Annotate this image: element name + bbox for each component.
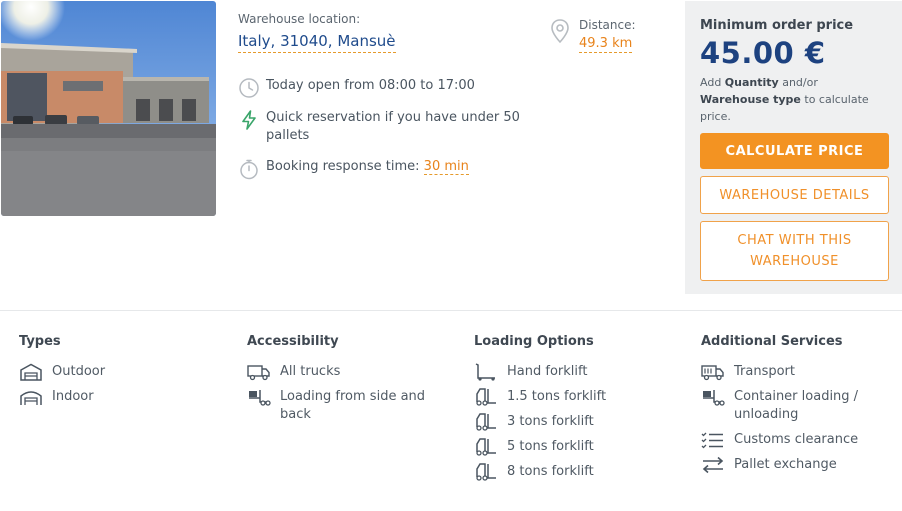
hint-type: Warehouse type: [700, 93, 801, 106]
distance-block: Distance: 49.3 km: [549, 18, 636, 53]
hint-quantity: Quantity: [724, 76, 779, 89]
quick-reservation-text: Quick reservation if you have under 50 p…: [266, 110, 520, 143]
location-link[interactable]: Italy, 31040, Mansuè: [238, 32, 396, 53]
forklift-icon: [476, 438, 496, 456]
list-item: 1.5 tons forklift: [474, 388, 674, 406]
quick-reservation: Quick reservation if you have under 50 p…: [238, 109, 538, 145]
list-item: Hand forklift: [474, 363, 674, 381]
list-item: Customs clearance: [701, 431, 891, 449]
loading-label: 5 tons forklift: [507, 439, 594, 454]
list-item: 8 tons forklift: [474, 463, 674, 481]
accessibility-label: All trucks: [280, 364, 341, 379]
opening-hours: Today open from 08:00 to 17:00: [238, 77, 475, 99]
section-divider: [0, 310, 902, 311]
additional-services-section: Additional Services Transport Container …: [701, 334, 891, 481]
checklist-icon: [701, 432, 723, 449]
list-item: Outdoor: [19, 363, 219, 381]
price-panel: Minimum order price 45.00 € Add Quantity…: [685, 1, 902, 294]
calculate-price-button[interactable]: CALCULATE PRICE: [700, 133, 889, 169]
list-item: Container loading / unloading: [701, 388, 891, 424]
exchange-arrows-icon: [702, 456, 724, 474]
price-value: 45.00 €: [700, 36, 826, 70]
warehouse-card: Warehouse location: Italy, 31040, Mansuè…: [0, 0, 902, 511]
distance-value[interactable]: 49.3 km: [579, 36, 633, 53]
list-item: Loading from side and back: [247, 388, 447, 424]
booking-response: Booking response time: 30 min: [238, 158, 469, 180]
forklift-icon: [476, 388, 496, 406]
price-hint: Add Quantity and/or Warehouse type to ca…: [700, 74, 888, 125]
loading-options-title: Loading Options: [474, 334, 594, 349]
loading-options-section: Loading Options Hand forklift 1.5 tons f…: [474, 334, 674, 488]
chat-warehouse-button[interactable]: CHAT WITH THIS WAREHOUSE: [700, 221, 889, 281]
stopwatch-icon: [240, 159, 258, 180]
warehouse-photo[interactable]: [1, 1, 216, 216]
types-section: Types Outdoor Indoor: [19, 334, 219, 413]
location-label: Warehouse location:: [238, 12, 361, 26]
loading-label: 8 tons forklift: [507, 464, 594, 479]
accessibility-section: Accessibility All trucks Loading from si…: [247, 334, 447, 431]
forklift-icon: [476, 413, 496, 431]
clock-icon: [239, 78, 259, 98]
booking-response-label: Booking response time:: [266, 159, 420, 174]
list-item: Transport: [701, 363, 891, 381]
map-pin-icon: [551, 19, 569, 44]
lightning-icon: [242, 110, 256, 130]
warehouse-details-button[interactable]: WAREHOUSE DETAILS: [700, 176, 889, 214]
additional-services-title: Additional Services: [701, 334, 843, 349]
list-item: Pallet exchange: [701, 456, 891, 474]
distance-label: Distance:: [579, 18, 636, 32]
hint-mid: and/or: [782, 76, 818, 89]
indoor-warehouse-icon: [20, 391, 42, 405]
list-item: Indoor: [19, 388, 219, 406]
type-label: Outdoor: [52, 364, 106, 379]
service-label: Customs clearance: [734, 432, 859, 447]
loading-forklift-icon: [703, 390, 725, 406]
types-title: Types: [19, 334, 61, 349]
truck-icon: [701, 365, 724, 381]
service-label: Pallet exchange: [734, 457, 837, 472]
service-label: Transport: [734, 364, 796, 379]
type-label: Indoor: [52, 389, 94, 404]
loading-label: Hand forklift: [507, 364, 588, 379]
loading-forklift-icon: [249, 390, 271, 406]
loading-label: 1.5 tons forklift: [507, 389, 607, 404]
opening-hours-text: Today open from 08:00 to 17:00: [266, 78, 475, 93]
hand-forklift-icon: [475, 363, 495, 381]
service-label: Container loading / unloading: [734, 389, 859, 422]
truck-icon: [247, 365, 270, 381]
list-item: All trucks: [247, 363, 447, 381]
outdoor-warehouse-icon: [20, 363, 42, 381]
price-title: Minimum order price: [700, 18, 854, 33]
booking-response-value[interactable]: 30 min: [423, 159, 469, 175]
list-item: 5 tons forklift: [474, 438, 674, 456]
list-item: 3 tons forklift: [474, 413, 674, 431]
accessibility-title: Accessibility: [247, 334, 339, 349]
hint-prefix: Add: [700, 76, 722, 89]
accessibility-label: Loading from side and back: [280, 389, 426, 422]
forklift-icon: [476, 463, 496, 481]
location-block: Warehouse location: Italy, 31040, Mansuè: [238, 12, 538, 53]
loading-label: 3 tons forklift: [507, 414, 594, 429]
